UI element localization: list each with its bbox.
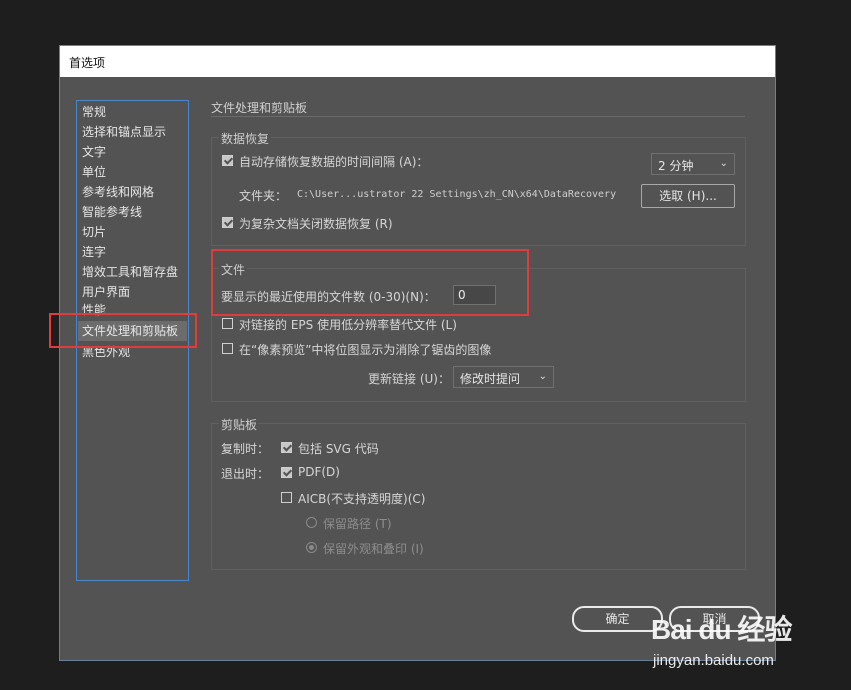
title-bar: 首选项 <box>60 46 775 77</box>
chevron-down-icon: ⌄ <box>538 371 547 382</box>
complex-doc-checkbox[interactable] <box>222 217 233 228</box>
exit-label: 退出时： <box>221 467 270 481</box>
interval-select[interactable]: 2 分钟 ⌄ <box>651 153 735 175</box>
data-recovery-legend: 数据恢复 <box>219 130 272 147</box>
section-title: 文件处理和剪贴板 <box>211 101 308 115</box>
section-divider <box>211 116 745 117</box>
eps-label: 对链接的 EPS 使用低分辨率替代文件 (L) <box>239 318 457 332</box>
folder-path: C:\User...ustrator 22 Settings\zh_CN\x64… <box>297 189 617 200</box>
autosave-checkbox[interactable] <box>222 155 233 166</box>
sidebar-item-plugins[interactable]: 增效工具和暂存盘 <box>82 262 178 282</box>
sidebar-highlight-box <box>49 313 197 348</box>
baidu-watermark-logo: Bai du 经验 <box>651 614 792 645</box>
autosave-label: 自动存储恢复数据的时间间隔 (A)： <box>239 155 429 169</box>
files-highlight-box <box>211 249 529 316</box>
keep-path-radio[interactable] <box>306 517 317 528</box>
sidebar-item-slices[interactable]: 切片 <box>82 222 106 242</box>
eps-checkbox[interactable] <box>222 318 233 329</box>
svg-label: 包括 SVG 代码 <box>298 442 379 456</box>
keep-appearance-label: 保留外观和叠印 (I) <box>323 542 424 556</box>
update-links-select[interactable]: 修改时提问 ⌄ <box>453 366 554 388</box>
preferences-dialog: 首选项 常规 选择和锚点显示 文字 单位 参考线和网格 智能参考线 切片 连字 … <box>59 45 776 661</box>
pixel-preview-label: 在“像素预览”中将位图显示为消除了锯齿的图像 <box>239 343 492 357</box>
folder-label: 文件夹： <box>239 189 288 203</box>
aicb-checkbox[interactable] <box>281 492 292 503</box>
update-links-label: 更新链接 (U)： <box>368 372 450 386</box>
update-links-value: 修改时提问 <box>460 372 521 386</box>
sidebar-item-guides-grid[interactable]: 参考线和网格 <box>82 182 154 202</box>
sidebar-item-selection[interactable]: 选择和锚点显示 <box>82 122 166 142</box>
complex-doc-label: 为复杂文档关闭数据恢复 (R) <box>239 217 393 231</box>
chevron-down-icon: ⌄ <box>719 158 728 169</box>
sidebar-item-units[interactable]: 单位 <box>82 162 106 182</box>
aicb-label: AICB(不支持透明度)(C) <box>298 492 426 506</box>
sidebar-item-hyphenation[interactable]: 连字 <box>82 242 106 262</box>
keep-appearance-radio[interactable] <box>306 542 317 553</box>
pdf-checkbox[interactable] <box>281 467 292 478</box>
dialog-title: 首选项 <box>69 56 106 70</box>
ok-button[interactable]: 确定 <box>572 606 663 632</box>
sidebar-item-general[interactable]: 常规 <box>82 102 106 122</box>
clipboard-legend: 剪贴板 <box>219 416 260 433</box>
choose-folder-button[interactable]: 选取 (H)... <box>641 184 735 208</box>
interval-value: 2 分钟 <box>658 159 694 173</box>
sidebar-item-user-interface[interactable]: 用户界面 <box>82 282 130 302</box>
pdf-label: PDF(D) <box>298 465 340 479</box>
sidebar-item-type[interactable]: 文字 <box>82 142 106 162</box>
svg-checkbox[interactable] <box>281 442 292 453</box>
sidebar-item-smart-guides[interactable]: 智能参考线 <box>82 202 142 222</box>
baidu-watermark-url: jingyan.baidu.com <box>653 652 774 669</box>
pixel-preview-checkbox[interactable] <box>222 343 233 354</box>
copy-label: 复制时： <box>221 442 270 456</box>
keep-path-label: 保留路径 (T) <box>323 517 392 531</box>
